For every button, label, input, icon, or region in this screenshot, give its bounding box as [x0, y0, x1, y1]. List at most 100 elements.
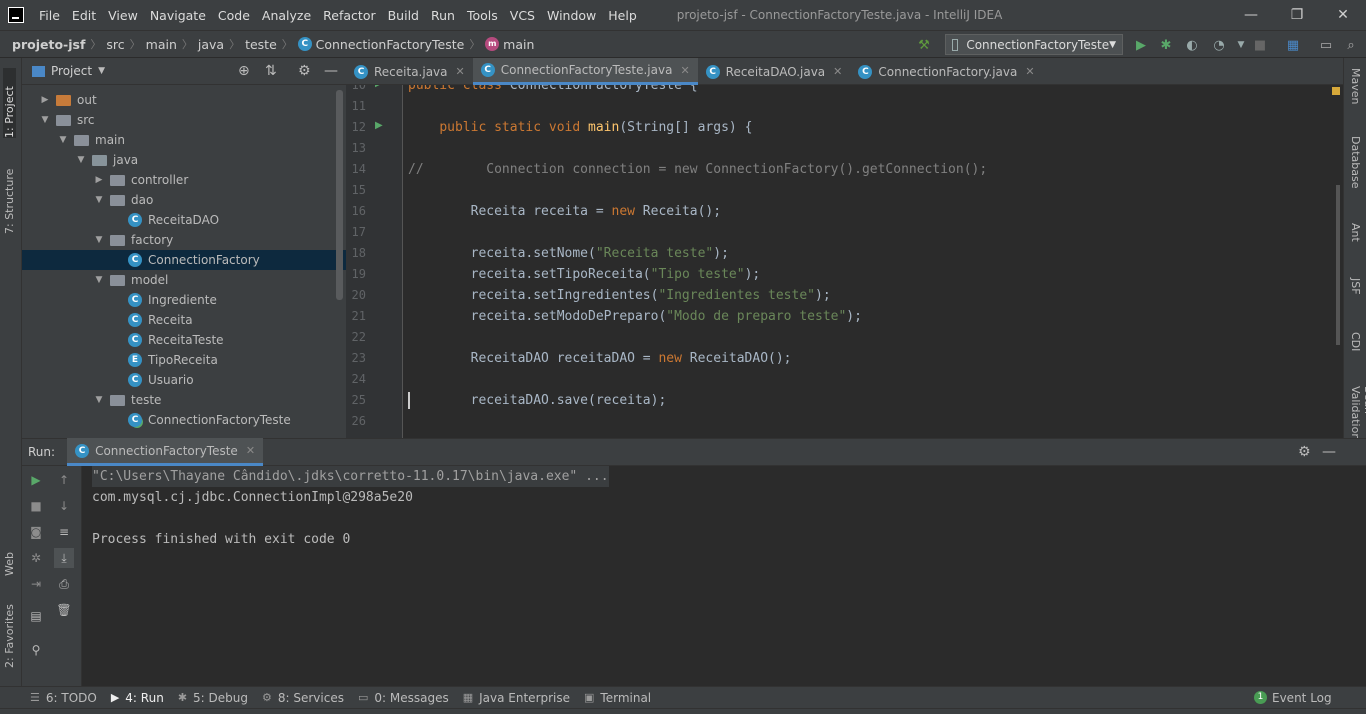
- expanded-arrow-icon[interactable]: ▼: [94, 395, 104, 405]
- minimize-button[interactable]: —: [1228, 0, 1274, 30]
- menu-code[interactable]: Code: [212, 8, 256, 23]
- search-icon[interactable]: ⌕: [1342, 36, 1360, 54]
- camera-icon[interactable]: ◙: [26, 522, 46, 542]
- menu-navigate[interactable]: Navigate: [144, 8, 212, 23]
- soft-wrap-icon[interactable]: ≡: [54, 522, 74, 542]
- tab-maven[interactable]: Maven: [1349, 68, 1362, 104]
- tab-favorites[interactable]: 2: Favorites: [3, 598, 16, 668]
- expanded-arrow-icon[interactable]: ▼: [94, 275, 104, 285]
- editor-tab[interactable]: C ReceitaDAO.java ✕: [698, 58, 851, 85]
- tab-todo[interactable]: ☰ 6: TODO: [30, 691, 97, 705]
- layout-icon[interactable]: ▭: [1317, 36, 1335, 54]
- gear-icon[interactable]: ⚙: [1298, 444, 1311, 460]
- collapsed-arrow-icon[interactable]: ▶: [40, 95, 50, 105]
- collapse-all-icon[interactable]: ⇅: [265, 63, 277, 79]
- breadcrumb-teste[interactable]: teste: [245, 37, 277, 52]
- expanded-arrow-icon[interactable]: ▼: [58, 135, 68, 145]
- close-window-button[interactable]: ✕: [1320, 0, 1366, 30]
- stop-icon[interactable]: ■: [1251, 36, 1269, 54]
- run-icon[interactable]: ▶: [1132, 36, 1150, 54]
- gutter-run-icon[interactable]: ▶: [375, 85, 383, 89]
- breadcrumb-src[interactable]: src: [106, 37, 124, 52]
- pin-icon[interactable]: ⚲: [26, 640, 46, 660]
- menu-vcs[interactable]: VCS: [504, 8, 541, 23]
- code-line[interactable]: // Connection connection = new Connectio…: [408, 159, 987, 180]
- tab-messages[interactable]: ▭ 0: Messages: [358, 691, 449, 705]
- code-line[interactable]: receitaDAO.save(receita);: [408, 390, 667, 411]
- code-line[interactable]: receita.setIngredientes("Ingredientes te…: [408, 285, 831, 306]
- expanded-arrow-icon[interactable]: ▼: [94, 235, 104, 245]
- tree-item[interactable]: ▼ model: [22, 270, 346, 290]
- tree-scrollbar[interactable]: [336, 90, 343, 300]
- menu-help[interactable]: Help: [602, 8, 643, 23]
- code-line[interactable]: public class ConnectionFactoryTeste {: [408, 85, 698, 96]
- code-line[interactable]: receita.setTipoReceita("Tipo teste");: [408, 264, 761, 285]
- menu-refactor[interactable]: Refactor: [317, 8, 381, 23]
- gear-icon[interactable]: ⚙: [298, 63, 311, 79]
- run-configuration-select[interactable]: ConnectionFactoryTeste ▼: [945, 34, 1123, 55]
- profile-dropdown-icon[interactable]: ▼: [1232, 36, 1250, 54]
- gutter-run-icon[interactable]: ▶: [375, 120, 383, 131]
- build-hammer-icon[interactable]: ⚒: [915, 36, 933, 54]
- tab-project[interactable]: 1: Project: [3, 68, 16, 138]
- tree-item[interactable]: ▼ src: [22, 110, 346, 130]
- print-icon[interactable]: ⎙: [54, 574, 74, 594]
- scroll-down-icon[interactable]: ↓: [54, 496, 74, 516]
- tab-bean-validation[interactable]: Bean Validation: [1349, 386, 1366, 440]
- locate-icon[interactable]: ⊕: [238, 63, 250, 79]
- editor-tab[interactable]: C Receita.java ✕: [346, 58, 473, 85]
- debug-icon[interactable]: ✱: [1157, 36, 1175, 54]
- hide-panel-icon[interactable]: —: [1322, 444, 1336, 460]
- project-panel-title[interactable]: Project: [51, 64, 92, 78]
- tab-web[interactable]: Web: [3, 536, 16, 576]
- tree-item[interactable]: ▼ teste: [22, 390, 346, 410]
- console-output[interactable]: "C:\Users\Thayane Cândido\.jdks\corretto…: [82, 466, 1366, 686]
- tab-java-enterprise[interactable]: ▦ Java Enterprise: [463, 691, 570, 705]
- tree-item[interactable]: ▶ out: [22, 90, 346, 110]
- tree-item[interactable]: C ConnectionFactoryTeste: [22, 410, 346, 430]
- project-structure-icon[interactable]: ▦: [1284, 36, 1302, 54]
- stop-icon[interactable]: ■: [26, 496, 46, 516]
- menu-view[interactable]: View: [102, 8, 144, 23]
- editor-scrollbar[interactable]: [1336, 185, 1340, 345]
- trash-icon[interactable]: 🗑: [54, 600, 74, 620]
- expanded-arrow-icon[interactable]: ▼: [76, 155, 86, 165]
- code-line[interactable]: ReceitaDAO receitaDAO = new ReceitaDAO()…: [408, 348, 792, 369]
- breadcrumb-main[interactable]: main: [146, 37, 177, 52]
- tab-services[interactable]: ⚙ 8: Services: [262, 691, 344, 705]
- tree-item[interactable]: ▶ controller: [22, 170, 346, 190]
- close-icon[interactable]: ✕: [456, 65, 465, 78]
- breadcrumb-class[interactable]: ConnectionFactoryTeste: [316, 37, 465, 52]
- tree-item[interactable]: C Receita: [22, 310, 346, 330]
- close-icon[interactable]: ✕: [680, 64, 689, 77]
- menu-edit[interactable]: Edit: [66, 8, 102, 23]
- event-log-button[interactable]: 1 Event Log: [1254, 691, 1332, 705]
- breadcrumb-project[interactable]: projeto-jsf: [12, 37, 85, 52]
- code-line[interactable]: receita.setModoDePreparo("Modo de prepar…: [408, 306, 862, 327]
- hide-panel-icon[interactable]: —: [324, 63, 338, 79]
- code-editor[interactable]: 10 public class ConnectionFactoryTeste {▶…: [346, 85, 1343, 438]
- menu-tools[interactable]: Tools: [461, 8, 504, 23]
- tab-jsf[interactable]: JSF: [1349, 278, 1362, 295]
- scroll-up-icon[interactable]: ↑: [54, 470, 74, 490]
- code-line[interactable]: public static void main(String[] args) {: [408, 117, 752, 138]
- tree-item[interactable]: ▼ factory: [22, 230, 346, 250]
- menu-window[interactable]: Window: [541, 8, 602, 23]
- close-icon[interactable]: ✕: [1025, 65, 1034, 78]
- code-line[interactable]: receita.setNome("Receita teste");: [408, 243, 729, 264]
- tab-terminal[interactable]: ▣ Terminal: [584, 691, 651, 705]
- tree-item[interactable]: ▼ java: [22, 150, 346, 170]
- tab-run[interactable]: ▶ 4: Run: [111, 691, 164, 705]
- chevron-down-icon[interactable]: ▼: [98, 66, 105, 76]
- menu-file[interactable]: File: [33, 8, 66, 23]
- menu-run[interactable]: Run: [425, 8, 461, 23]
- layout-icon[interactable]: ▤: [26, 606, 46, 626]
- close-icon[interactable]: ✕: [246, 444, 255, 457]
- exit-icon[interactable]: ⇥: [26, 574, 46, 594]
- menu-build[interactable]: Build: [382, 8, 425, 23]
- tab-structure[interactable]: 7: Structure: [3, 158, 16, 234]
- settings-icon[interactable]: ✲: [26, 548, 46, 568]
- tree-item[interactable]: C ReceitaDAO: [22, 210, 346, 230]
- scroll-to-end-icon[interactable]: ⤓: [54, 548, 74, 568]
- editor-tab[interactable]: C ConnectionFactoryTeste.java ✕: [472, 58, 698, 85]
